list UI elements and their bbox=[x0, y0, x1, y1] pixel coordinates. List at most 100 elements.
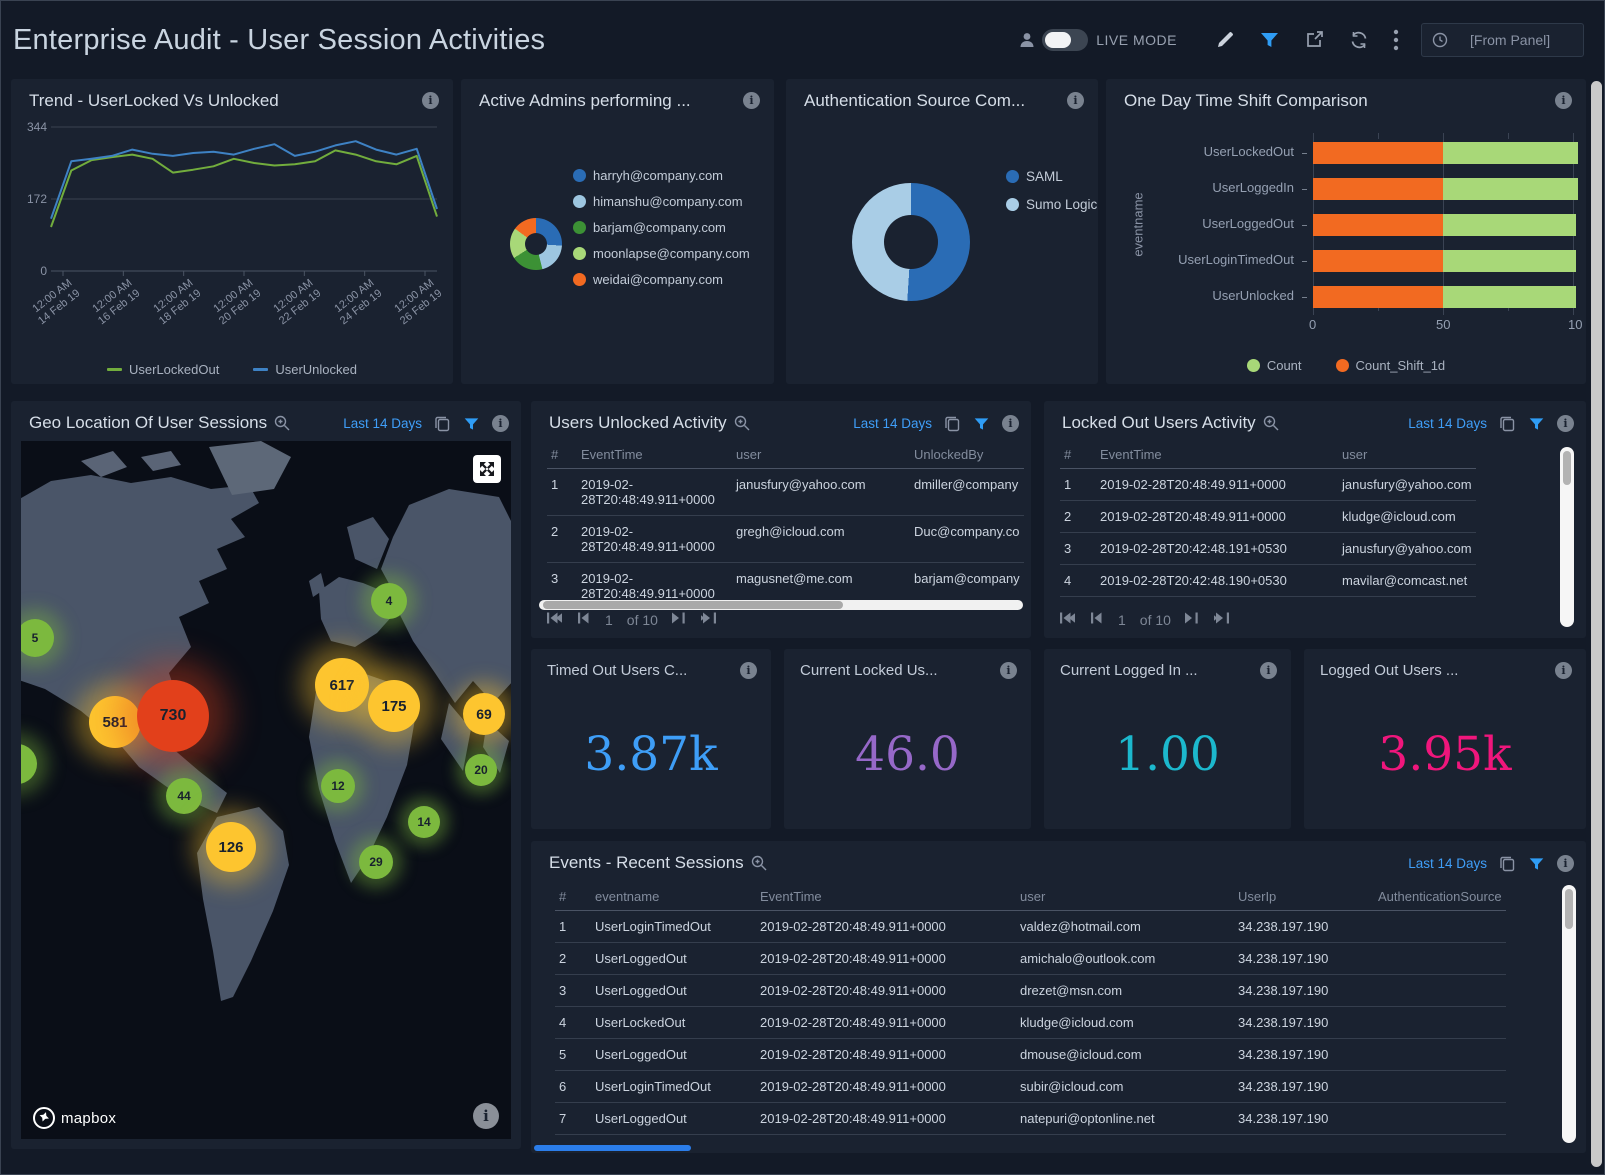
legend-item[interactable]: himanshu@company.com bbox=[573, 194, 750, 209]
zoom-magnifier-icon[interactable] bbox=[274, 415, 290, 431]
map-bubble[interactable]: 12 bbox=[321, 769, 355, 803]
pager-next-button[interactable] bbox=[1185, 611, 1200, 628]
map-bubble[interactable]: 69 bbox=[463, 693, 505, 735]
pager-prev-button[interactable] bbox=[1089, 611, 1104, 628]
legend-item[interactable]: moonlapse@company.com bbox=[573, 246, 750, 261]
time-range-link[interactable]: Last 14 Days bbox=[1408, 416, 1487, 431]
edit-pencil-icon[interactable] bbox=[1215, 23, 1235, 57]
copy-icon[interactable] bbox=[1499, 415, 1516, 432]
table-row[interactable]: 6UserLoginTimedOut2019-02-28T20:48:49.91… bbox=[555, 1071, 1506, 1103]
legend-item[interactable]: weidai@company.com bbox=[573, 272, 750, 287]
pager-next-button[interactable] bbox=[672, 611, 687, 628]
column-header[interactable]: eventname bbox=[591, 883, 756, 911]
scrollbar-thumb[interactable] bbox=[1563, 451, 1571, 485]
legend-item[interactable]: Sumo Logic bbox=[1006, 197, 1097, 212]
map-attribution-info-icon[interactable]: i bbox=[473, 1103, 499, 1129]
legend-item[interactable]: UserUnlocked bbox=[253, 362, 357, 377]
table-row[interactable]: 32019-02-28T20:48:49.911+0000magusnet@me… bbox=[547, 563, 1024, 600]
admins-donut-chart[interactable] bbox=[510, 218, 562, 270]
info-icon[interactable]: i bbox=[1000, 662, 1017, 679]
column-header[interactable]: user bbox=[1016, 883, 1234, 911]
column-header[interactable]: AuthenticationSource bbox=[1374, 883, 1506, 911]
info-icon[interactable]: i bbox=[1067, 92, 1084, 109]
filter-icon[interactable] bbox=[1528, 856, 1545, 872]
pager-first-button[interactable] bbox=[547, 611, 562, 628]
auth-donut-chart[interactable] bbox=[852, 183, 970, 301]
scrollbar-thumb[interactable] bbox=[1565, 889, 1573, 929]
copy-icon[interactable] bbox=[1499, 855, 1516, 872]
zoom-magnifier-icon[interactable] bbox=[734, 415, 750, 431]
info-icon[interactable]: i bbox=[1557, 415, 1574, 432]
column-header[interactable]: user bbox=[1338, 441, 1476, 469]
legend-item[interactable]: Count bbox=[1247, 358, 1302, 373]
column-header[interactable]: # bbox=[547, 441, 577, 469]
time-range-selector[interactable]: [From Panel] bbox=[1421, 23, 1584, 57]
pager-last-button[interactable] bbox=[701, 611, 716, 628]
map-bubble[interactable]: 730 bbox=[137, 680, 209, 752]
info-icon[interactable]: i bbox=[1555, 92, 1572, 109]
info-icon[interactable]: i bbox=[1002, 415, 1019, 432]
time-range-link[interactable]: Last 14 Days bbox=[343, 416, 422, 431]
bar-row[interactable] bbox=[1313, 286, 1576, 308]
kebab-menu-icon[interactable] bbox=[1393, 23, 1399, 57]
column-header[interactable]: EventTime bbox=[1096, 441, 1338, 469]
live-mode-toggle[interactable] bbox=[1042, 29, 1088, 51]
info-icon[interactable]: i bbox=[740, 662, 757, 679]
column-header[interactable]: EventTime bbox=[577, 441, 732, 469]
legend-item[interactable]: SAML bbox=[1006, 169, 1097, 184]
world-map[interactable]: 546171756958173054412201412629 mapbox i bbox=[21, 441, 511, 1139]
horizontal-scrollbar-thumb[interactable] bbox=[534, 1145, 691, 1151]
filter-icon[interactable] bbox=[973, 416, 990, 432]
time-range-link[interactable]: Last 14 Days bbox=[853, 416, 932, 431]
table-row[interactable]: 22019-02-28T20:48:49.911+0000gregh@iclou… bbox=[547, 516, 1024, 563]
table-row[interactable]: 12019-02-28T20:48:49.911+0000janusfury@y… bbox=[1060, 469, 1476, 501]
table-row[interactable]: 3UserLoggedOut2019-02-28T20:48:49.911+00… bbox=[555, 975, 1506, 1007]
pager-prev-button[interactable] bbox=[576, 611, 591, 628]
map-bubble[interactable]: 29 bbox=[359, 845, 393, 879]
filter-icon[interactable] bbox=[1259, 23, 1280, 57]
vertical-scrollbar[interactable] bbox=[1562, 885, 1576, 1143]
map-bubble[interactable]: 4 bbox=[371, 583, 407, 619]
zoom-magnifier-icon[interactable] bbox=[751, 855, 767, 871]
user-icon[interactable] bbox=[1018, 23, 1036, 57]
pager-first-button[interactable] bbox=[1060, 611, 1075, 628]
filter-icon[interactable] bbox=[463, 416, 480, 432]
info-icon[interactable]: i bbox=[1260, 662, 1277, 679]
map-bubble[interactable]: 175 bbox=[368, 680, 420, 732]
info-icon[interactable]: i bbox=[1557, 855, 1574, 872]
scrollbar-thumb[interactable] bbox=[543, 601, 843, 609]
info-icon[interactable]: i bbox=[422, 92, 439, 109]
vertical-scrollbar[interactable] bbox=[1560, 447, 1574, 627]
bar-row[interactable] bbox=[1313, 178, 1578, 200]
legend-item[interactable]: barjam@company.com bbox=[573, 220, 750, 235]
column-header[interactable]: EventTime bbox=[756, 883, 1016, 911]
horizontal-scrollbar[interactable] bbox=[539, 600, 1023, 610]
map-bubble[interactable]: 44 bbox=[166, 778, 202, 814]
info-icon[interactable]: i bbox=[743, 92, 760, 109]
map-bubble[interactable]: 20 bbox=[465, 754, 497, 786]
legend-item[interactable]: harryh@company.com bbox=[573, 168, 750, 183]
column-header[interactable]: # bbox=[555, 883, 591, 911]
info-icon[interactable]: i bbox=[1555, 662, 1572, 679]
copy-icon[interactable] bbox=[944, 415, 961, 432]
table-row[interactable]: 22019-02-28T20:48:49.911+0000kludge@iclo… bbox=[1060, 501, 1476, 533]
table-row[interactable]: 5UserLoggedOut2019-02-28T20:48:49.911+00… bbox=[555, 1039, 1506, 1071]
table-row[interactable]: 1UserLoginTimedOut2019-02-28T20:48:49.91… bbox=[555, 911, 1506, 943]
map-expand-button[interactable] bbox=[473, 455, 501, 483]
bar-row[interactable] bbox=[1313, 142, 1578, 164]
map-bubble[interactable]: 14 bbox=[408, 806, 440, 838]
bar-row[interactable] bbox=[1313, 250, 1576, 272]
legend-item[interactable]: UserLockedOut bbox=[107, 362, 219, 377]
column-header[interactable]: user bbox=[732, 441, 910, 469]
share-icon[interactable] bbox=[1304, 23, 1325, 57]
table-row[interactable]: 32019-02-28T20:42:48.191+0530janusfury@y… bbox=[1060, 533, 1476, 565]
table-row[interactable]: 7UserLoggedOut2019-02-28T20:48:49.911+00… bbox=[555, 1103, 1506, 1135]
copy-icon[interactable] bbox=[434, 415, 451, 432]
table-row[interactable]: 12019-02-28T20:48:49.911+0000janusfury@y… bbox=[547, 469, 1024, 516]
time-range-link[interactable]: Last 14 Days bbox=[1408, 856, 1487, 871]
table-row[interactable]: 42019-02-28T20:42:48.190+0530mavilar@com… bbox=[1060, 565, 1476, 597]
refresh-icon[interactable] bbox=[1349, 23, 1369, 57]
legend-item[interactable]: Count_Shift_1d bbox=[1336, 358, 1446, 373]
map-bubble[interactable]: 581 bbox=[89, 696, 141, 748]
column-header[interactable]: # bbox=[1060, 441, 1096, 469]
